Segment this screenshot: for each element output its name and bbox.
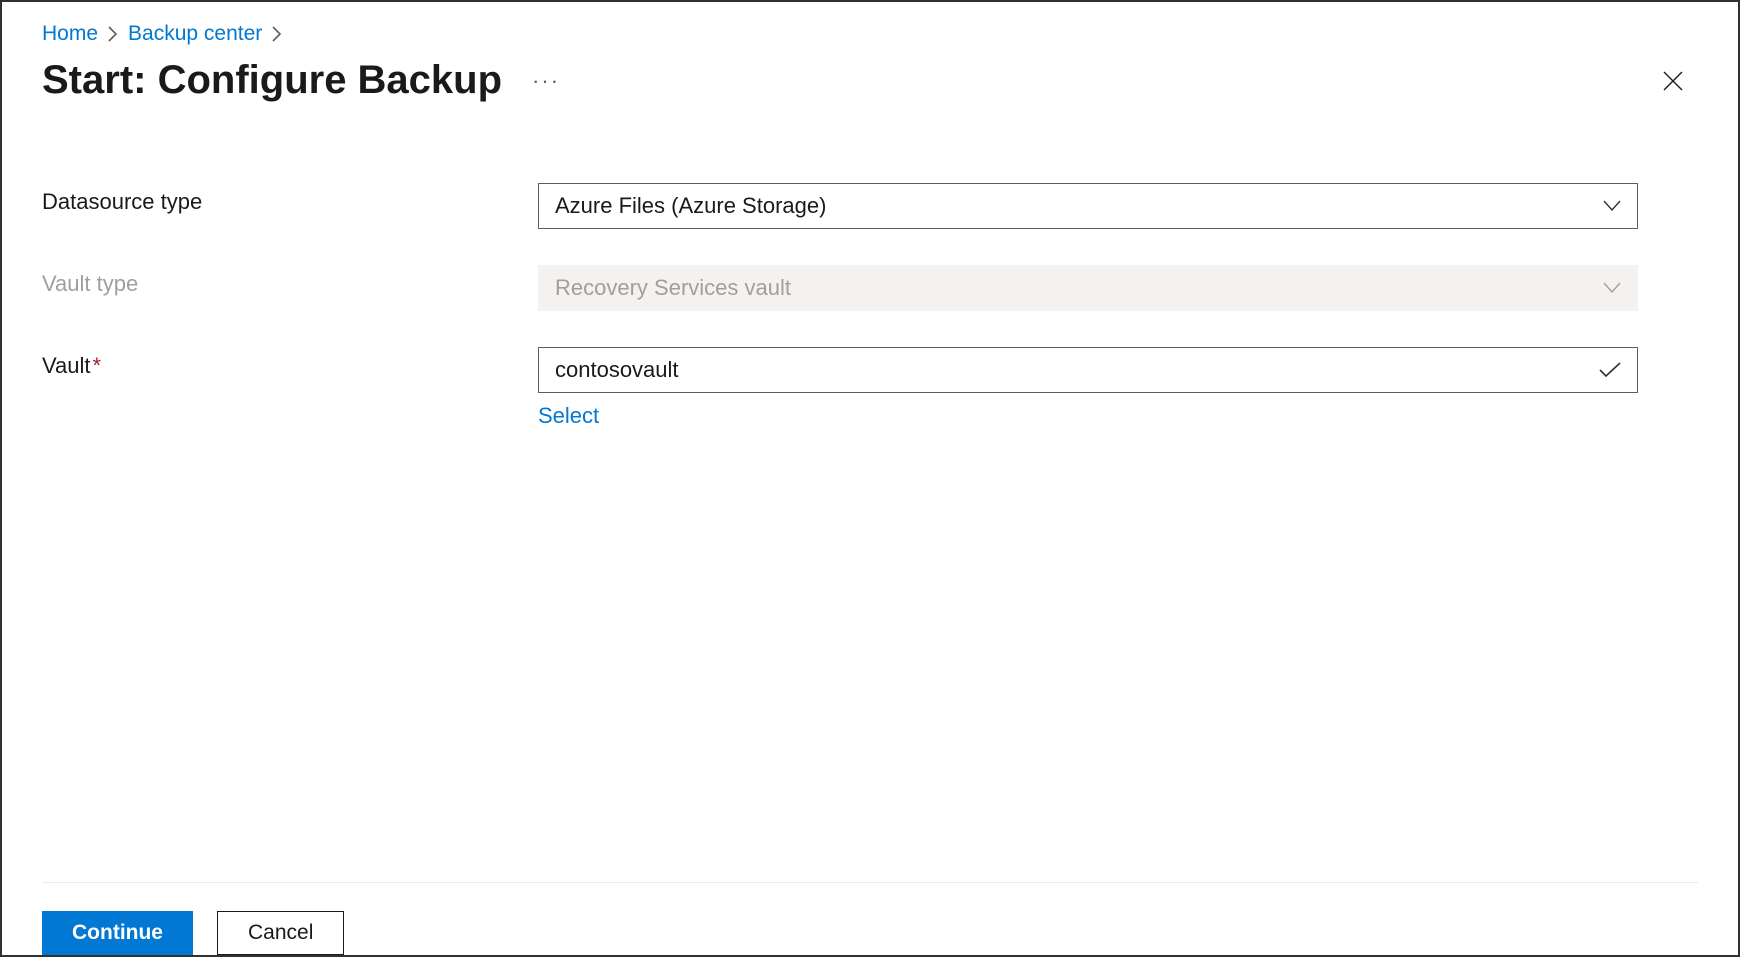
label-vault-type: Vault type — [42, 265, 538, 297]
select-vault-type-value: Recovery Services vault — [555, 275, 791, 301]
label-datasource-type: Datasource type — [42, 183, 538, 215]
continue-button[interactable]: Continue — [42, 911, 193, 955]
header-row: Start: Configure Backup ··· — [42, 58, 1698, 103]
more-icon[interactable]: ··· — [532, 68, 560, 94]
chevron-right-icon — [272, 26, 282, 42]
chevron-right-icon — [108, 26, 118, 42]
footer-bar: Continue Cancel — [42, 882, 1698, 955]
vault-select-link[interactable]: Select — [538, 403, 599, 429]
label-vault: Vault* — [42, 347, 538, 379]
select-datasource-type[interactable]: Azure Files (Azure Storage) — [538, 183, 1638, 229]
select-vault-type: Recovery Services vault — [538, 265, 1638, 311]
cancel-button[interactable]: Cancel — [217, 911, 344, 955]
chevron-down-icon — [1603, 200, 1621, 212]
row-datasource-type: Datasource type Azure Files (Azure Stora… — [42, 183, 1698, 229]
breadcrumb: Home Backup center — [42, 22, 1698, 46]
select-vault[interactable]: contosovault — [538, 347, 1638, 393]
required-asterisk-icon: * — [93, 353, 102, 378]
select-datasource-type-value: Azure Files (Azure Storage) — [555, 193, 826, 219]
form-area: Datasource type Azure Files (Azure Stora… — [42, 183, 1698, 882]
row-vault-type: Vault type Recovery Services vault — [42, 265, 1698, 311]
page-title: Start: Configure Backup — [42, 58, 502, 103]
select-vault-value: contosovault — [555, 357, 679, 383]
breadcrumb-home[interactable]: Home — [42, 22, 98, 46]
breadcrumb-backup-center[interactable]: Backup center — [128, 22, 262, 46]
check-icon — [1599, 362, 1621, 378]
close-icon[interactable] — [1658, 66, 1688, 96]
chevron-down-icon — [1603, 282, 1621, 294]
row-vault: Vault* contosovault Select — [42, 347, 1698, 429]
